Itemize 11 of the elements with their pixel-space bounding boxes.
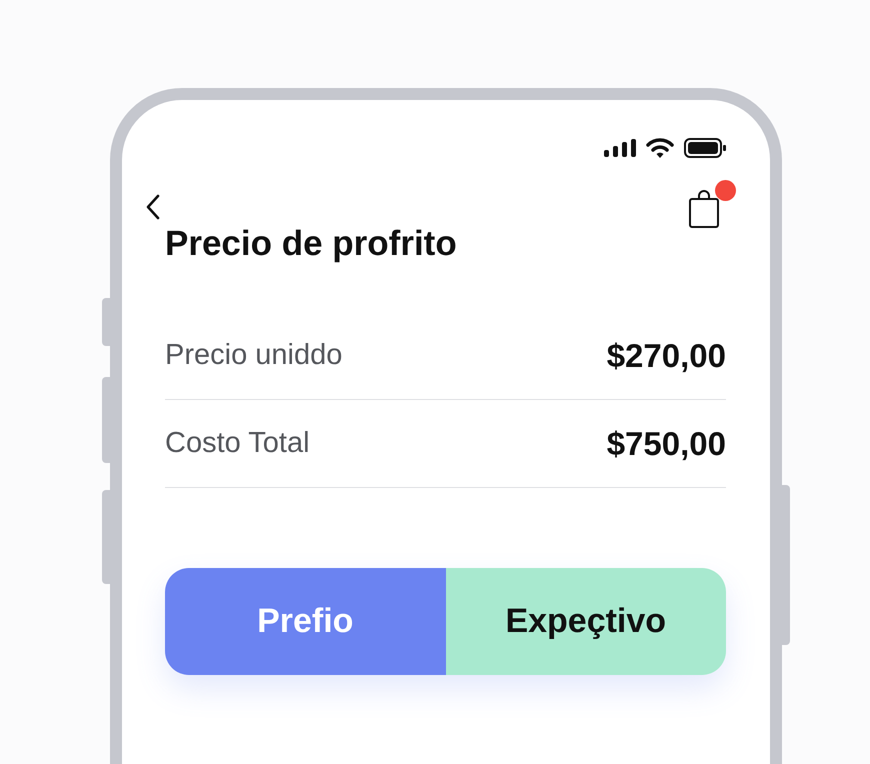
- shopping-bag-icon[interactable]: [688, 188, 722, 228]
- wifi-icon: [646, 138, 674, 158]
- price-value: $750,00: [606, 424, 726, 462]
- battery-icon: [684, 138, 726, 158]
- back-icon[interactable]: [145, 194, 161, 220]
- price-value: $270,00: [606, 336, 726, 374]
- segment-button[interactable]: Expeçtivo: [446, 568, 726, 675]
- signal-icon: [604, 139, 636, 157]
- price-label: Costo Total: [165, 427, 310, 460]
- page-title: Precio de profrito: [165, 223, 458, 265]
- price-label: Precio uniddo: [165, 339, 342, 372]
